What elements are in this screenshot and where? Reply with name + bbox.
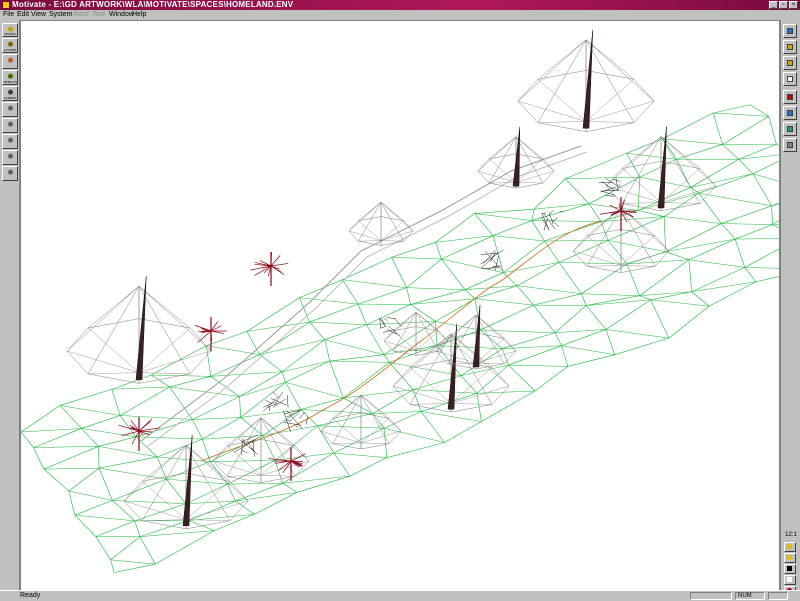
right-tool-search-button[interactable] (783, 24, 797, 38)
menu-window[interactable]: Window (109, 10, 134, 20)
app-icon (2, 1, 10, 9)
red-tree (600, 197, 637, 231)
walk-icon (6, 121, 15, 129)
tool-run-button[interactable] (2, 134, 18, 149)
arrow-yellow-icon (787, 555, 792, 560)
window-title: Motivate - E:\GD ARTWORK\WLA\MOTIVATE\SP… (12, 0, 293, 10)
right-tool-diamond-yellow-button[interactable] (784, 542, 796, 552)
menu-bar: FileEditViewSystemActorTool WindowHelp (0, 10, 800, 20)
right-tool-globe-button[interactable] (783, 122, 797, 136)
menu-system[interactable]: System (49, 10, 72, 20)
tool-walk-button[interactable] (2, 118, 18, 133)
tool-paint-button[interactable] (2, 54, 18, 69)
globe-icon (787, 126, 793, 132)
window-controls: _ ▫ × (769, 1, 798, 9)
zoom-level: 12:1 (783, 531, 799, 539)
right-tool-red-square-button[interactable] (783, 90, 797, 104)
tool-figure-button[interactable] (2, 150, 18, 165)
status-bar: Ready NUM (0, 590, 800, 600)
move-icon (787, 60, 793, 66)
pointer-icon (787, 566, 792, 571)
right-tool-stack-button[interactable] (783, 138, 797, 152)
tree-trunk (136, 276, 146, 380)
blue-box-icon (787, 110, 793, 116)
road-edge (147, 152, 587, 447)
stack-icon (787, 142, 793, 148)
scene-object[interactable] (234, 435, 259, 457)
3d-viewport[interactable] (20, 20, 780, 592)
right-tool-blue-box-button[interactable] (783, 106, 797, 120)
tool-camera-button[interactable]: CAMERA (2, 86, 18, 101)
rotate-icon (787, 44, 793, 50)
tool-figure-pose-button[interactable] (2, 166, 18, 181)
menu-tool: Tool (92, 10, 105, 20)
tool-actors-button[interactable]: ACTORS (2, 38, 18, 53)
red-tree (250, 252, 288, 286)
tree-trunk (583, 30, 593, 128)
red-tree (195, 317, 227, 351)
close-button[interactable]: × (789, 1, 798, 9)
minimize-button[interactable]: _ (769, 1, 778, 9)
wireframe-scene[interactable] (21, 21, 780, 592)
figure-icon (6, 153, 15, 161)
tool-label: OBJECTS (3, 80, 17, 84)
status-pane-blank (690, 592, 732, 600)
right-tool-hand-button[interactable] (784, 575, 796, 585)
menu-file[interactable]: File (3, 10, 14, 20)
right-tool-rotate-button[interactable] (783, 40, 797, 54)
left-toolbar: WORLD ACTORS OBJECTS CAMERA (0, 20, 20, 592)
menu-help[interactable]: Help (132, 10, 146, 20)
scene-object[interactable] (599, 178, 621, 196)
figure-pose-icon (6, 169, 15, 177)
paint-icon (6, 57, 15, 65)
tool-objects-button[interactable]: OBJECTS (2, 70, 18, 85)
menu-view[interactable]: View (31, 10, 46, 20)
tool-pointer-button[interactable] (2, 102, 18, 117)
tree-trunk (473, 305, 480, 367)
tool-label: WORLD (3, 32, 17, 36)
menu-edit[interactable]: Edit (17, 10, 29, 20)
document-icon (787, 76, 793, 82)
tree-wireframe (321, 395, 401, 449)
hand-icon (787, 577, 792, 582)
diamond-yellow-icon (787, 544, 792, 549)
pointer-icon (6, 105, 15, 113)
red-square-icon (787, 94, 793, 100)
tree-trunk (513, 127, 520, 186)
title-bar[interactable]: Motivate - E:\GD ARTWORK\WLA\MOTIVATE\SP… (0, 0, 800, 10)
search-icon (787, 28, 793, 34)
status-pane-blank-2 (768, 592, 788, 600)
right-tool-document-button[interactable] (783, 72, 797, 86)
scene-object[interactable] (263, 392, 288, 412)
right-tool-pointer-button[interactable] (784, 564, 796, 574)
tool-label: CAMERA (3, 96, 17, 100)
scene-object[interactable] (541, 210, 563, 231)
right-toolbar: 12:1 (780, 20, 800, 592)
right-tool-arrow-yellow-button[interactable] (784, 553, 796, 563)
tree-wireframe (213, 418, 309, 483)
num-lock-indicator: NUM (735, 592, 765, 600)
run-icon (6, 137, 15, 145)
tool-world-button[interactable]: WORLD (2, 23, 18, 37)
maximize-button[interactable]: ▫ (779, 1, 788, 9)
right-tool-move-button[interactable] (783, 56, 797, 70)
tool-label: ACTORS (3, 48, 17, 52)
menu-actor: Actor (73, 10, 89, 20)
